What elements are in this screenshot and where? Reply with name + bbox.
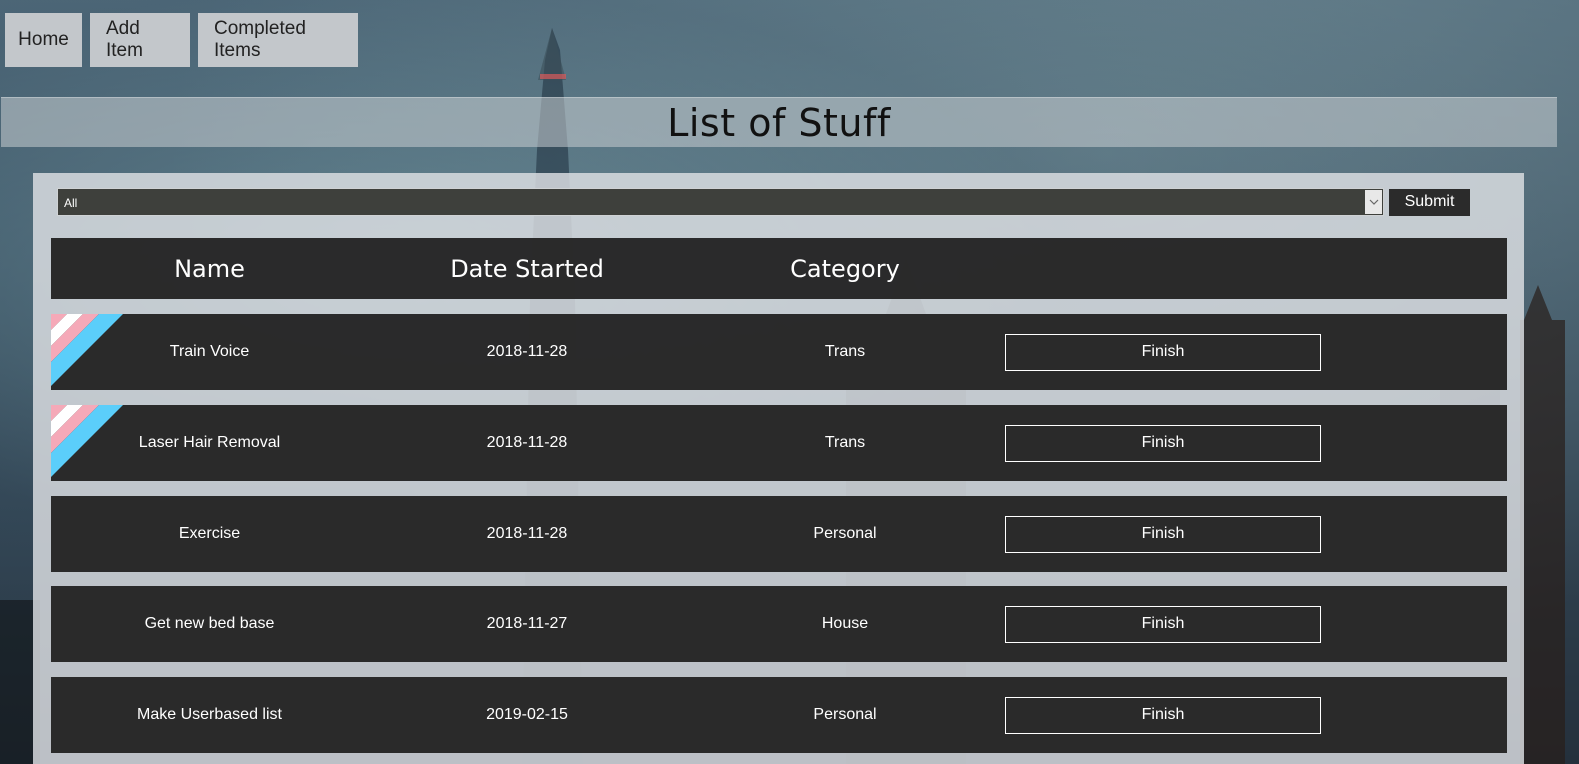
item-name: Exercise <box>178 525 241 542</box>
item-action-cell: Finish <box>1004 314 1322 390</box>
table-row: Train Voice 2018-11-28 Trans Finish <box>51 314 1507 390</box>
item-action-cell: Finish <box>1004 496 1322 572</box>
item-name: Laser Hair Removal <box>138 434 281 451</box>
item-category: Personal <box>813 706 877 723</box>
list-panel: All Submit Name Date Started Category Tr… <box>33 173 1524 764</box>
submit-button[interactable]: Submit <box>1389 188 1470 216</box>
item-name: Make Userbased list <box>137 706 282 723</box>
table-row: Exercise 2018-11-28 Personal Finish <box>51 496 1507 572</box>
table-row: Laser Hair Removal 2018-11-28 Trans Fini… <box>51 405 1507 481</box>
category-filter-select[interactable]: All <box>57 188 1384 216</box>
column-header-category: Category <box>790 254 900 283</box>
table-row: Make Userbased list 2019-02-15 Personal … <box>51 677 1507 753</box>
finish-button[interactable]: Finish <box>1005 696 1321 734</box>
top-nav: Home Add Item Completed Items <box>5 13 358 67</box>
title-banner: List of Stuff <box>1 97 1557 147</box>
item-category: Trans <box>824 434 866 451</box>
finish-button[interactable]: Finish <box>1005 515 1321 553</box>
item-category: House <box>821 615 869 632</box>
finish-button[interactable]: Finish <box>1005 605 1321 643</box>
item-date-started: 2018-11-28 <box>486 525 568 542</box>
filter-row: All Submit <box>57 188 1470 216</box>
item-name: Train Voice <box>169 343 250 360</box>
item-category: Personal <box>813 525 877 542</box>
table-header: Name Date Started Category <box>51 238 1507 299</box>
column-header-name: Name <box>174 254 245 283</box>
finish-button[interactable]: Finish <box>1005 424 1321 462</box>
item-name: Get new bed base <box>144 615 275 632</box>
item-date-started: 2018-11-28 <box>486 343 568 360</box>
nav-home-button[interactable]: Home <box>5 13 82 67</box>
item-date-started: 2019-02-15 <box>486 706 568 723</box>
item-action-cell: Finish <box>1004 405 1322 481</box>
chevron-down-icon[interactable] <box>1365 190 1382 214</box>
item-category: Trans <box>824 343 866 360</box>
nav-add-item-button[interactable]: Add Item <box>90 13 190 67</box>
finish-button[interactable]: Finish <box>1005 333 1321 371</box>
item-action-cell: Finish <box>1004 586 1322 662</box>
category-filter-value: All <box>64 196 78 210</box>
table-row: Get new bed base 2018-11-27 House Finish <box>51 586 1507 662</box>
item-date-started: 2018-11-27 <box>486 615 568 632</box>
column-header-date-started: Date Started <box>450 254 604 283</box>
page-title: List of Stuff <box>667 100 891 145</box>
item-action-cell: Finish <box>1004 677 1322 753</box>
nav-completed-items-button[interactable]: Completed Items <box>198 13 358 67</box>
item-date-started: 2018-11-28 <box>486 434 568 451</box>
